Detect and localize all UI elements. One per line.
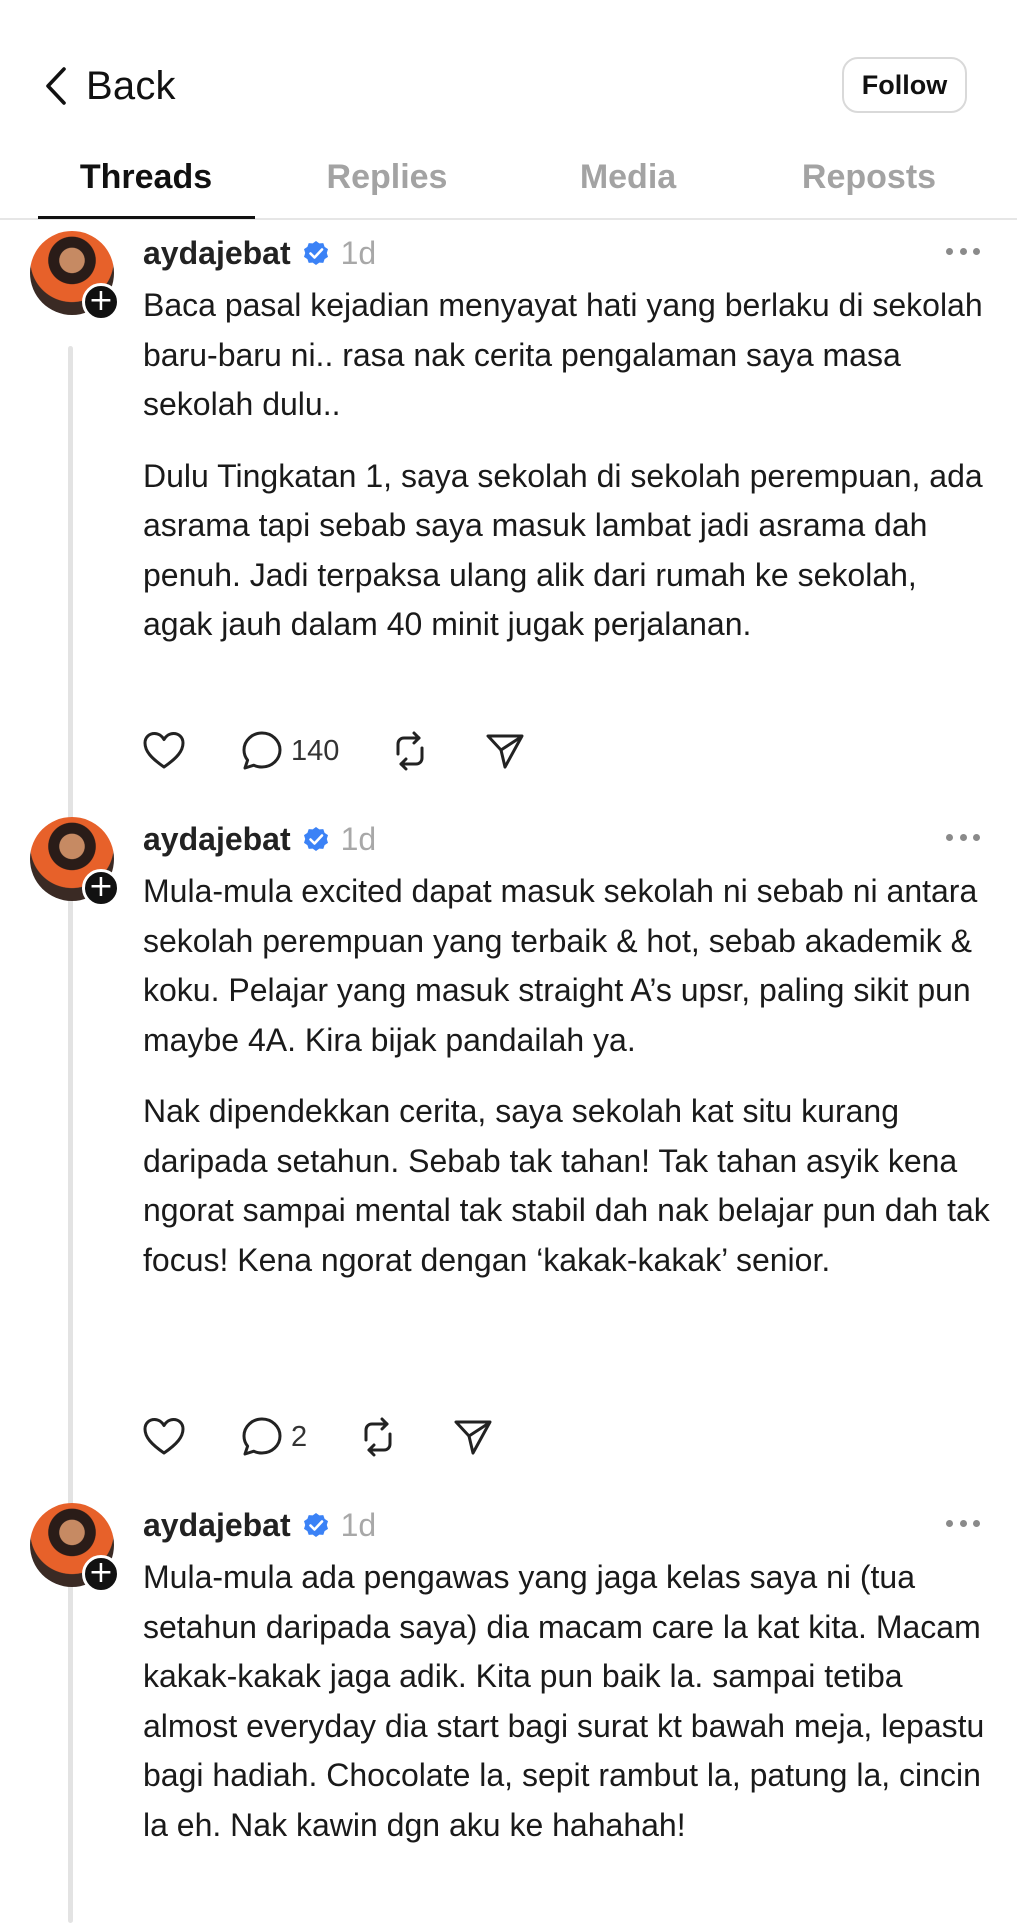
heart-icon [143,1418,185,1455]
heart-icon [143,732,185,769]
follow-plus-icon[interactable]: + [82,283,120,321]
reply-button[interactable]: 140 [241,730,339,772]
post-time: 1d [340,1506,377,1543]
top-bar: Back Follow [0,0,1017,160]
ellipsis-dot [959,833,967,841]
more-options-button[interactable] [946,1513,980,1533]
back-label: Back [86,63,176,108]
post-header: aydajebat 1d [143,817,376,861]
tab-threads[interactable]: Threads [26,150,266,218]
username[interactable]: aydajebat [143,821,291,858]
send-icon [486,734,524,769]
verified-badge-icon [303,1513,328,1537]
like-button[interactable] [143,1417,185,1457]
reply-button[interactable]: 2 [241,1416,307,1458]
more-options-button[interactable] [946,241,980,261]
username[interactable]: aydajebat [143,1507,291,1544]
repost-button[interactable] [389,730,431,772]
ellipsis-dot [959,1519,967,1527]
post-paragraph: Mula-mula ada pengawas yang jaga kelas s… [143,1559,985,1843]
post-time: 1d [340,234,377,271]
post-header: aydajebat 1d [143,1503,376,1547]
tab-replies[interactable]: Replies [267,150,507,218]
profile-tabs: Threads Replies Media Reposts [0,150,1017,220]
post-paragraph: Dulu Tingkatan 1, saya sekolah di sekola… [143,457,983,643]
reply-count: 2 [291,1420,308,1453]
follow-button[interactable]: Follow [842,57,967,113]
post-actions: 2 [143,1415,493,1459]
thread-connector-line [68,1618,73,1923]
reply-count: 140 [291,734,340,767]
ellipsis-dot [973,247,980,255]
tab-reposts[interactable]: Reposts [749,150,989,218]
follow-plus-icon[interactable]: + [82,869,120,907]
follow-plus-icon[interactable]: + [82,1555,120,1593]
ellipsis-dot [973,833,980,841]
ellipsis-dot [946,833,953,841]
post-header: aydajebat 1d [143,231,376,275]
verified-badge-icon [303,241,328,265]
repost-icon [364,1417,392,1457]
share-button[interactable] [485,731,525,771]
post-actions: 140 [143,729,525,773]
post-time: 1d [340,820,377,857]
tab-media[interactable]: Media [508,150,748,218]
repost-icon [396,731,424,771]
username[interactable]: aydajebat [143,235,291,272]
post-text: Mula-mula ada pengawas yang jaga kelas s… [143,1553,993,1872]
post-paragraph: Nak dipendekkan cerita, saya sekolah kat… [143,1093,990,1278]
post-paragraph: Mula-mula excited dapat masuk sekolah ni… [143,873,978,1058]
like-button[interactable] [143,731,185,771]
post-text: Mula-mula excited dapat masuk sekolah ni… [143,867,993,1307]
ellipsis-dot [946,1519,953,1527]
verified-badge-icon [303,827,328,851]
ellipsis-dot [946,247,953,255]
back-button[interactable]: Back [44,58,176,114]
share-button[interactable] [453,1417,493,1457]
post-text: Baca pasal kejadian menyayat hati yang b… [143,281,993,672]
ellipsis-dot [973,1519,980,1527]
more-options-button[interactable] [946,827,980,847]
repost-button[interactable] [357,1416,399,1458]
comment-bubble-icon [242,1417,282,1456]
send-icon [454,1420,492,1455]
chevron-left-icon [46,67,66,105]
active-tab-indicator [38,216,255,219]
post-paragraph: Baca pasal kejadian menyayat hati yang b… [143,287,983,422]
ellipsis-dot [959,247,967,255]
comment-bubble-icon [242,731,282,770]
